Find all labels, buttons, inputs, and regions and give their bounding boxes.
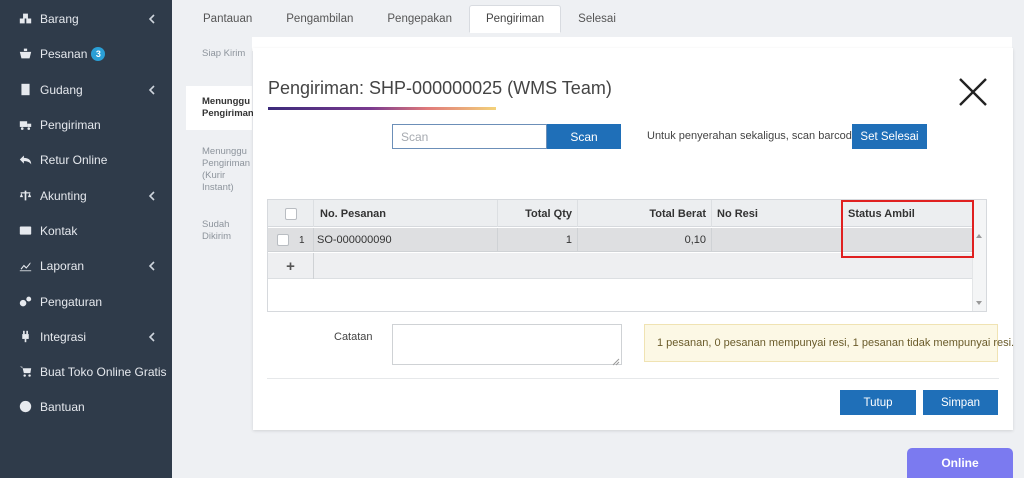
scale-icon (18, 189, 32, 203)
sidebar-item-label: Pengiriman (40, 117, 101, 132)
sidebar-item-label: Integrasi (40, 329, 87, 344)
truck-icon (18, 118, 32, 132)
chevron-left-icon (148, 13, 158, 24)
chart-icon (18, 259, 32, 273)
column-header-total-qty[interactable]: Total Qty (498, 200, 578, 227)
cell-total-qty[interactable]: 1 (498, 228, 578, 252)
cell-total-berat[interactable]: 0,10 (578, 228, 712, 252)
tab-selesai[interactable]: Selesai (561, 5, 633, 33)
online-chat-button[interactable]: Online (907, 448, 1013, 478)
sidebar-item-buat-toko[interactable]: Buat Toko Online Gratis (0, 354, 172, 389)
catatan-label: Catatan (334, 331, 373, 343)
column-header-total-berat[interactable]: Total Berat (578, 200, 712, 227)
sidebar-item-label: Buat Toko Online Gratis (40, 364, 167, 379)
gears-icon (18, 295, 32, 309)
cell-no-resi[interactable] (712, 228, 842, 252)
chevron-left-icon (148, 190, 158, 201)
sidebar-item-retur-online[interactable]: Retur Online (0, 142, 172, 177)
cubes-icon (18, 12, 32, 26)
sidebar-item-bantuan[interactable]: Bantuan (0, 389, 172, 424)
scroll-up-icon[interactable] (976, 234, 982, 238)
resize-handle-icon[interactable] (612, 355, 620, 366)
sidebar: Barang Pesanan 3 Gudang Pengiriman Retur… (0, 0, 172, 478)
title-underline (268, 107, 496, 110)
set-selesai-button[interactable]: Set Selesai (852, 124, 927, 149)
subnav-menunggu-pengiriman[interactable]: Menunggu Pengiriman (186, 86, 254, 130)
sidebar-item-gudang[interactable]: Gudang (0, 72, 172, 107)
add-row-button[interactable]: + (268, 253, 314, 279)
chevron-left-icon (148, 260, 158, 271)
sidebar-item-label: Barang (40, 11, 79, 26)
scroll-down-icon[interactable] (976, 301, 982, 305)
column-header-no-pesanan[interactable]: No. Pesanan (314, 200, 498, 227)
footer-divider (267, 378, 999, 379)
chevron-left-icon (148, 331, 158, 342)
pengiriman-modal: Pengiriman: SHP-000000025 (WMS Team) Sca… (253, 48, 1014, 430)
resi-summary-alert: 1 pesanan, 0 pesanan mempunyai resi, 1 p… (644, 324, 1014, 362)
grid-scrollbar[interactable] (972, 200, 986, 311)
sidebar-item-akunting[interactable]: Akunting (0, 178, 172, 213)
sidebar-item-pesanan[interactable]: Pesanan 3 (0, 36, 172, 71)
sidebar-item-integrasi[interactable]: Integrasi (0, 319, 172, 354)
row-checkbox[interactable] (277, 234, 289, 246)
sidebar-item-pengiriman[interactable]: Pengiriman (0, 107, 172, 142)
sidebar-item-label: Pesanan (40, 46, 88, 61)
catatan-textarea[interactable] (392, 324, 622, 365)
sidebar-item-barang[interactable]: Barang (0, 1, 172, 36)
select-all-checkbox[interactable] (284, 207, 297, 220)
tab-pengambilan[interactable]: Pengambilan (269, 5, 370, 33)
grid-header: No. Pesanan Total Qty Total Berat No Res… (268, 200, 972, 227)
sidebar-item-label: Retur Online (40, 152, 108, 167)
id-card-icon (18, 224, 32, 238)
cart-icon (18, 365, 32, 379)
tab-pantauan[interactable]: Pantauan (186, 5, 269, 33)
scan-input[interactable] (392, 124, 547, 149)
subnav-siap-kirim[interactable]: Siap Kirim (186, 48, 252, 74)
column-header-no-resi[interactable]: No Resi (712, 200, 842, 227)
sidebar-item-label: Pengaturan (40, 294, 103, 309)
sidebar-item-pengaturan[interactable]: Pengaturan (0, 284, 172, 319)
add-row: + (268, 253, 972, 279)
sidebar-item-kontak[interactable]: Kontak (0, 213, 172, 248)
select-all-cell (268, 200, 314, 227)
sidebar-item-label: Gudang (40, 82, 83, 97)
row-number: 1 (299, 234, 305, 246)
question-icon (18, 400, 32, 414)
subnav-sudah-dikirim[interactable]: Sudah Dikirim (186, 219, 252, 245)
plug-icon (18, 330, 32, 344)
sidebar-item-label: Akunting (40, 188, 87, 203)
building-icon (18, 83, 32, 97)
basket-icon (18, 47, 32, 61)
order-grid: No. Pesanan Total Qty Total Berat No Res… (267, 199, 987, 312)
row-select-cell: 1 (268, 228, 314, 252)
sidebar-item-label: Kontak (40, 223, 78, 238)
pesanan-count-badge: 3 (91, 46, 106, 61)
workflow-tabs: Pantauan Pengambilan Pengepakan Pengirim… (186, 5, 633, 33)
tab-pengepakan[interactable]: Pengepakan (370, 5, 469, 33)
table-row[interactable]: 1 SO-000000090 1 0,10 (268, 228, 972, 252)
chevron-left-icon (148, 84, 158, 95)
tutup-button[interactable]: Tutup (840, 390, 916, 415)
close-icon[interactable] (957, 76, 989, 108)
tab-pengiriman[interactable]: Pengiriman (468, 5, 562, 33)
cell-status-ambil[interactable] (842, 228, 972, 252)
simpan-button[interactable]: Simpan (923, 390, 998, 415)
subnav-menunggu-kurir-instant[interactable]: Menunggu Pengiriman (Kurir Instant) (186, 146, 252, 196)
reply-icon (18, 153, 32, 167)
column-header-status-ambil[interactable]: Status Ambil (842, 200, 972, 227)
sidebar-item-label: Laporan (40, 258, 85, 273)
sidebar-item-label: Bantuan (40, 399, 85, 414)
cell-no-pesanan[interactable]: SO-000000090 (314, 228, 498, 252)
barcode-hint: Untuk penyerahan sekaligus, scan barcode… (647, 130, 873, 142)
scan-button[interactable]: Scan (547, 124, 621, 149)
modal-title: Pengiriman: SHP-000000025 (WMS Team) (268, 78, 612, 98)
sidebar-item-laporan[interactable]: Laporan (0, 248, 172, 283)
